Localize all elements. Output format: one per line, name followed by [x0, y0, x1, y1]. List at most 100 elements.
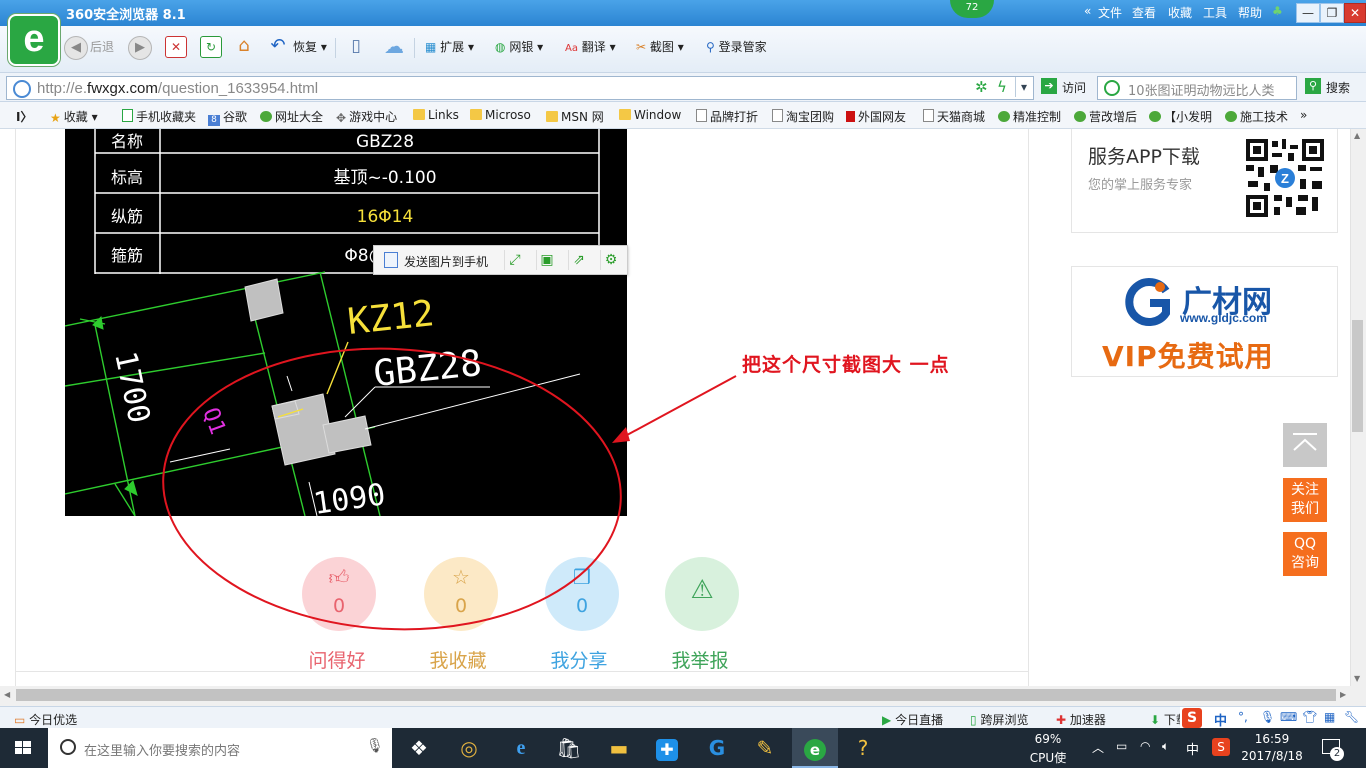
- search-icon[interactable]: ⚲: [1305, 78, 1321, 94]
- security-badge[interactable]: 72: [950, 0, 994, 18]
- ime-indicator[interactable]: 中: [1186, 739, 1199, 758]
- accelerator[interactable]: ✚ 加速器: [1056, 711, 1106, 728]
- bookmark-favorites[interactable]: ★ 收藏 ▾: [50, 108, 98, 125]
- stop-icon[interactable]: ✕: [165, 36, 187, 58]
- browser-logo-icon[interactable]: e: [8, 14, 60, 66]
- qq-consult-button[interactable]: QQ咨询: [1283, 532, 1327, 576]
- edge-browser-icon[interactable]: e: [498, 728, 544, 768]
- notepad-icon[interactable]: ✎: [742, 728, 788, 768]
- keyboard-icon[interactable]: ⌨: [1280, 710, 1297, 724]
- ime-toolbar[interactable]: S 中 °, 🎙︎ ⌨ 👕︎ ▦ 🔧︎: [1180, 707, 1366, 729]
- url-text[interactable]: http://e.fwxgx.com/question_1633954.html: [37, 80, 318, 97]
- bookmark-item[interactable]: ✥ 游戏中心: [336, 108, 397, 125]
- bookmark-item[interactable]: 精准控制: [998, 108, 1061, 125]
- visit-button[interactable]: 访问: [1062, 79, 1086, 96]
- bookmark-item[interactable]: 品牌打折: [696, 108, 758, 125]
- wifi-icon[interactable]: ◠: [1140, 739, 1150, 753]
- minimize-button[interactable]: —: [1296, 3, 1320, 23]
- back-button[interactable]: 后退: [90, 36, 114, 58]
- sogou-icon[interactable]: S: [1212, 738, 1230, 756]
- bookmark-item[interactable]: Links: [413, 108, 459, 122]
- bookmark-item[interactable]: 营改增后: [1074, 108, 1137, 125]
- help-icon[interactable]: ?: [840, 728, 886, 768]
- scroll-left-icon[interactable]: ◀: [4, 690, 10, 699]
- volume-icon[interactable]: 🔈︎: [1162, 739, 1169, 754]
- menu-favorites[interactable]: 收藏: [1168, 4, 1192, 21]
- back-arrow-icon[interactable]: ◀: [64, 36, 88, 60]
- url-dropdown-icon[interactable]: ▾: [1015, 77, 1032, 97]
- wrench-icon[interactable]: 🔧︎: [1344, 710, 1359, 724]
- back-to-top-button[interactable]: [1283, 423, 1327, 467]
- cpu-percent[interactable]: 69%: [1024, 732, 1072, 746]
- gldjc-ad-banner[interactable]: 广材网 www.gldjc.com VIP免费试用: [1071, 266, 1338, 377]
- restore-button[interactable]: 恢复 ▾: [293, 36, 327, 58]
- bank-button[interactable]: ◍ 网银 ▾: [495, 36, 543, 58]
- cloud-icon[interactable]: ☁: [380, 36, 408, 56]
- bookmark-item[interactable]: 网址大全: [260, 108, 323, 125]
- store-icon[interactable]: 🛍︎: [546, 728, 592, 768]
- start-button[interactable]: [0, 728, 46, 768]
- phone-icon[interactable]: ▯: [346, 36, 366, 56]
- sogou-icon[interactable]: S: [1182, 708, 1202, 728]
- search-button[interactable]: 搜索: [1326, 79, 1350, 96]
- app-download-card[interactable]: 服务APP下载 您的掌上服务专家 Z: [1071, 129, 1338, 233]
- cross-screen[interactable]: ▯ 跨屏浏览: [970, 711, 1028, 728]
- clock-time[interactable]: 16:59: [1244, 732, 1300, 746]
- bookmark-item[interactable]: 淘宝团购: [772, 108, 834, 125]
- bookmark-item[interactable]: 手机收藏夹: [122, 108, 196, 125]
- vertical-scroll-thumb[interactable]: [1352, 320, 1363, 432]
- search-input[interactable]: 10张图证明动物远比人类: [1097, 76, 1297, 100]
- notification-center-button[interactable]: 2: [1318, 737, 1344, 761]
- follow-us-button[interactable]: 关注我们: [1283, 478, 1327, 522]
- more-bookmarks-icon[interactable]: »: [1300, 108, 1307, 122]
- extensions-button[interactable]: ▦ 扩展 ▾: [425, 36, 474, 58]
- shirt-icon[interactable]: ♣: [1272, 4, 1283, 18]
- menu-file[interactable]: 文件: [1098, 4, 1122, 21]
- undo-icon[interactable]: ↶: [268, 36, 288, 56]
- menu-view[interactable]: 查看: [1132, 4, 1156, 21]
- taskbar-app-spiral-icon[interactable]: ◎: [446, 728, 492, 768]
- bookmark-item[interactable]: 天猫商城: [923, 108, 985, 125]
- home-icon[interactable]: ⌂: [234, 36, 254, 56]
- network-adapter-icon[interactable]: ▭: [1116, 739, 1127, 753]
- chevron-left-icon[interactable]: «: [1084, 4, 1091, 18]
- bookmark-item[interactable]: Microso: [470, 108, 531, 122]
- ime-mode[interactable]: 中: [1214, 710, 1227, 729]
- toolbox-icon[interactable]: ▦: [1324, 710, 1335, 724]
- chevron-up-icon[interactable]: ︿: [1092, 739, 1104, 756]
- loading-icon[interactable]: ✲: [975, 78, 988, 96]
- punctuation-icon[interactable]: °,: [1238, 710, 1248, 724]
- close-button[interactable]: ✕: [1344, 3, 1366, 23]
- horizontal-scroll-thumb[interactable]: [16, 689, 1336, 701]
- today-picks[interactable]: ▭ 今日优选: [14, 711, 77, 728]
- scroll-right-icon[interactable]: ▶: [1340, 690, 1346, 699]
- taskbar-app-plus-icon[interactable]: ✚: [644, 728, 690, 768]
- bookmark-item[interactable]: 【小发明: [1149, 108, 1212, 125]
- scroll-up-icon[interactable]: ▲: [1354, 131, 1360, 140]
- skin-icon[interactable]: 👕︎: [1302, 710, 1317, 724]
- maximize-button[interactable]: ❐: [1320, 3, 1344, 23]
- screenshot-button[interactable]: ✂ 截图 ▾: [636, 36, 684, 58]
- menu-tools[interactable]: 工具: [1203, 4, 1227, 21]
- menu-help[interactable]: 帮助: [1238, 4, 1262, 21]
- login-manager-button[interactable]: ⚲ 登录管家: [706, 36, 767, 58]
- taskbar-search-input[interactable]: 在这里输入你要搜索的内容 🎙︎: [48, 728, 392, 768]
- taskbar-app-pinwheel-icon[interactable]: ❖: [396, 728, 442, 768]
- speed-mode-icon[interactable]: ϟ: [997, 78, 1007, 96]
- file-explorer-icon[interactable]: ▬: [596, 728, 642, 768]
- address-input[interactable]: http://e.fwxgx.com/question_1633954.html…: [6, 76, 1034, 100]
- bookmark-item[interactable]: 外国网友: [846, 108, 906, 125]
- sidebar-toggle-icon[interactable]: I〉: [16, 108, 32, 125]
- forward-button[interactable]: ▶: [128, 36, 152, 60]
- go-arrow-icon[interactable]: ➔: [1041, 78, 1057, 94]
- microphone-icon[interactable]: 🎙︎: [1260, 710, 1275, 724]
- translate-button[interactable]: Aa 翻译 ▾: [565, 36, 616, 58]
- glodon-icon[interactable]: G: [694, 728, 740, 768]
- scroll-down-icon[interactable]: ▼: [1354, 674, 1360, 683]
- browser-360-icon[interactable]: e: [792, 728, 838, 768]
- bookmark-item[interactable]: 施工技术: [1225, 108, 1288, 125]
- bookmark-item[interactable]: MSN 网: [546, 108, 604, 125]
- microphone-icon[interactable]: 🎙︎: [366, 738, 384, 754]
- bookmark-item[interactable]: 8 谷歌: [208, 108, 247, 126]
- refresh-icon[interactable]: ↻: [200, 36, 222, 58]
